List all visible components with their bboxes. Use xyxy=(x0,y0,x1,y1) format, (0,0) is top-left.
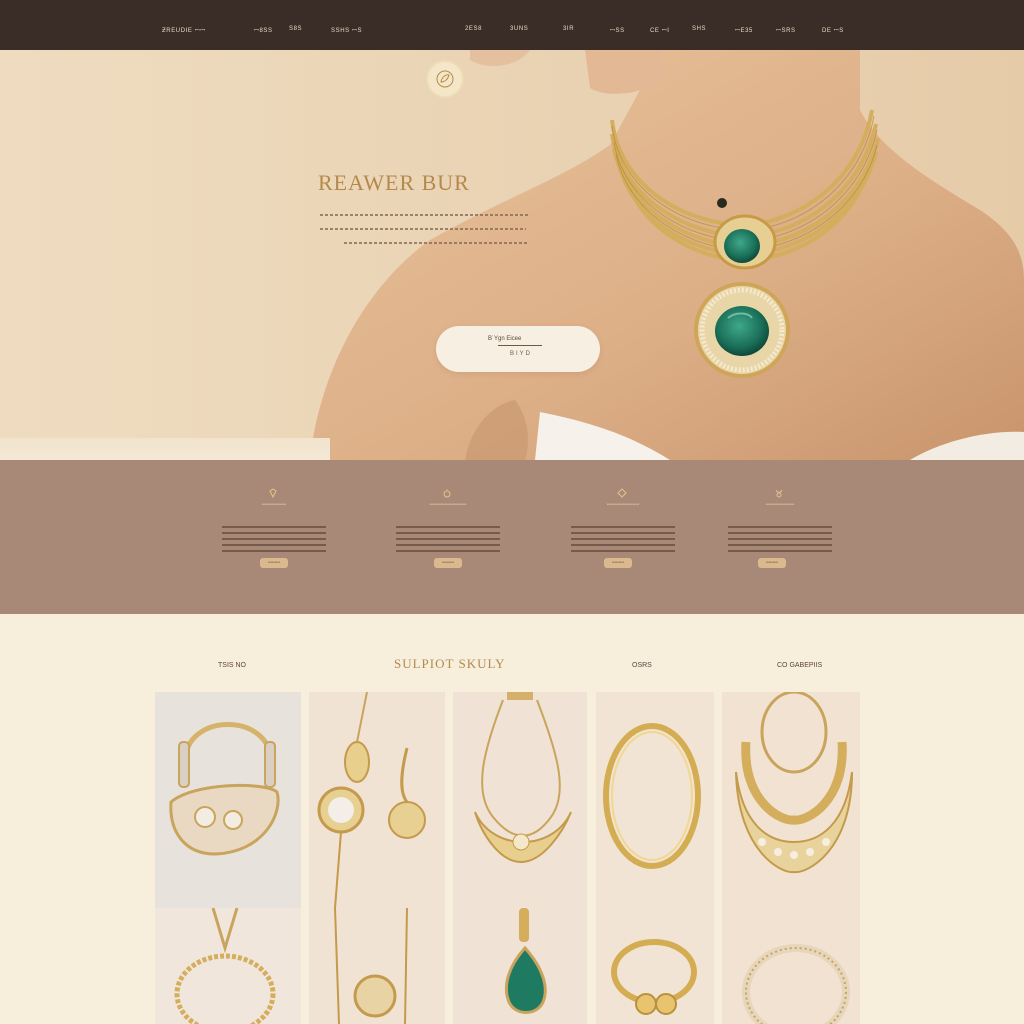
feature-title: ꟷꟷꟷꟷꟷꟷ xyxy=(261,502,287,508)
cta-divider xyxy=(498,345,542,346)
pendant-chain-image xyxy=(334,908,408,1024)
feature-item: ꟷꟷꟷꟷꟷꟷꟷꟷꟷ ꟷꟷꟷ xyxy=(396,488,500,578)
feature-button[interactable]: ꟷꟷꟷ xyxy=(434,558,462,568)
hero-cta-button[interactable]: B˙Ygn Eicee BIYD xyxy=(436,326,600,372)
product-card-pendant-chain[interactable] xyxy=(309,908,445,1024)
nav-link-6[interactable]: 3IR xyxy=(563,26,574,32)
nav-link-3[interactable]: SSHS ꟷS xyxy=(331,26,362,34)
ring-image xyxy=(611,939,697,1015)
nav-link-10[interactable]: ꟷE35 xyxy=(735,26,753,34)
hero-text-line-1 xyxy=(320,214,528,216)
ring-icon xyxy=(443,489,451,498)
product-card-layered-necklace[interactable] xyxy=(722,692,860,908)
product-card-bangle[interactable] xyxy=(596,692,714,908)
brand-logo-text[interactable]: ƵREUDIE ꟷꟷ xyxy=(162,26,206,34)
feature-description xyxy=(728,526,832,552)
nav-link-8[interactable]: CE ꟷI xyxy=(650,26,670,34)
product-card-earrings[interactable] xyxy=(309,692,445,908)
feature-description xyxy=(222,526,326,552)
nav-link-5[interactable]: 3UNS xyxy=(510,26,528,32)
product-section: TSIS NO SULPIOT SKULY OSRS CO GABEPIIS xyxy=(0,614,1024,1024)
feature-description xyxy=(396,526,500,552)
product-card-ring[interactable] xyxy=(596,908,714,1024)
category-link-2[interactable]: OSRS xyxy=(632,662,652,669)
diamond-bangle-image xyxy=(742,944,850,1024)
bracelet-image xyxy=(169,722,280,856)
top-navigation-bar: ƵREUDIE ꟷꟷ ꟷ8SS S8S SSHS ꟷS 2ES8 3UNS 3I… xyxy=(0,0,1024,50)
feature-description xyxy=(571,526,675,552)
nav-link-4[interactable]: 2ES8 xyxy=(465,26,482,32)
hero-text-line-3 xyxy=(344,242,528,244)
hero-floor-shade xyxy=(0,438,330,460)
feature-title: ꟷꟷꟷꟷꟷꟷꟷꟷ xyxy=(606,502,640,508)
layered-necklace-image xyxy=(735,692,853,874)
feature-button[interactable]: ꟷꟷꟷ xyxy=(604,558,632,568)
product-card-chain-necklace[interactable] xyxy=(155,908,301,1024)
diamond-icon xyxy=(617,488,627,498)
feature-button[interactable]: ꟷꟷꟷ xyxy=(260,558,288,568)
category-link-3[interactable]: CO GABEPIIS xyxy=(777,662,822,669)
hero-model-image xyxy=(310,50,1024,460)
features-band: ꟷꟷꟷꟷꟷꟷ ꟷꟷꟷ ꟷꟷꟷꟷꟷꟷꟷꟷꟷ ꟷꟷꟷ ꟷꟷꟷꟷꟷꟷꟷꟷ ꟷꟷꟷ ꟷꟷ… xyxy=(0,460,1024,614)
nav-link-7[interactable]: ꟷSS xyxy=(610,26,625,34)
cta-sublabel: BIYD xyxy=(510,351,533,357)
feature-item: ꟷꟷꟷꟷꟷꟷꟷ ꟷꟷꟷ xyxy=(728,488,832,578)
emerald-pendant-image xyxy=(504,908,547,1014)
hero-banner: REAWER BUR B˙Ygn Eicee BIYD xyxy=(0,50,1024,460)
necklace-image xyxy=(474,692,572,864)
product-card-diamond-bangle[interactable] xyxy=(722,908,860,1024)
feature-item: ꟷꟷꟷꟷꟷꟷ ꟷꟷꟷ xyxy=(222,488,326,578)
category-link-1[interactable]: TSIS NO xyxy=(218,662,246,669)
pendant-icon xyxy=(775,489,783,498)
leaf-emblem-icon xyxy=(436,70,454,88)
feature-title: ꟷꟷꟷꟷꟷꟷꟷꟷꟷ xyxy=(429,502,467,508)
nav-link-2[interactable]: S8S xyxy=(289,26,302,32)
feature-item: ꟷꟷꟷꟷꟷꟷꟷꟷ ꟷꟷꟷ xyxy=(571,488,675,578)
nav-link-1[interactable]: ꟷ8SS xyxy=(254,26,273,34)
product-card-bracelet[interactable] xyxy=(155,692,301,908)
product-card-necklace[interactable] xyxy=(453,692,587,908)
nav-link-11[interactable]: ꟷSRS xyxy=(776,26,796,34)
nav-link-9[interactable]: SHS xyxy=(692,26,706,32)
brand-emblem[interactable] xyxy=(428,62,462,96)
feature-title: ꟷꟷꟷꟷꟷꟷꟷ xyxy=(765,502,795,508)
bangle-image xyxy=(603,723,701,869)
product-card-emerald-pendant[interactable] xyxy=(453,908,587,1024)
hero-title: REAWER BUR xyxy=(318,170,470,195)
earrings-image xyxy=(317,692,426,908)
hero-text-line-2 xyxy=(320,228,526,230)
cta-label: B˙Ygn Eicee xyxy=(488,336,522,342)
feature-button[interactable]: ꟷꟷꟷ xyxy=(758,558,786,568)
nav-link-12[interactable]: DE ꟷS xyxy=(822,26,844,34)
chain-necklace-image xyxy=(174,908,276,1024)
section-title: SULPIOT SKULY xyxy=(394,656,506,671)
gem-icon xyxy=(269,488,277,498)
